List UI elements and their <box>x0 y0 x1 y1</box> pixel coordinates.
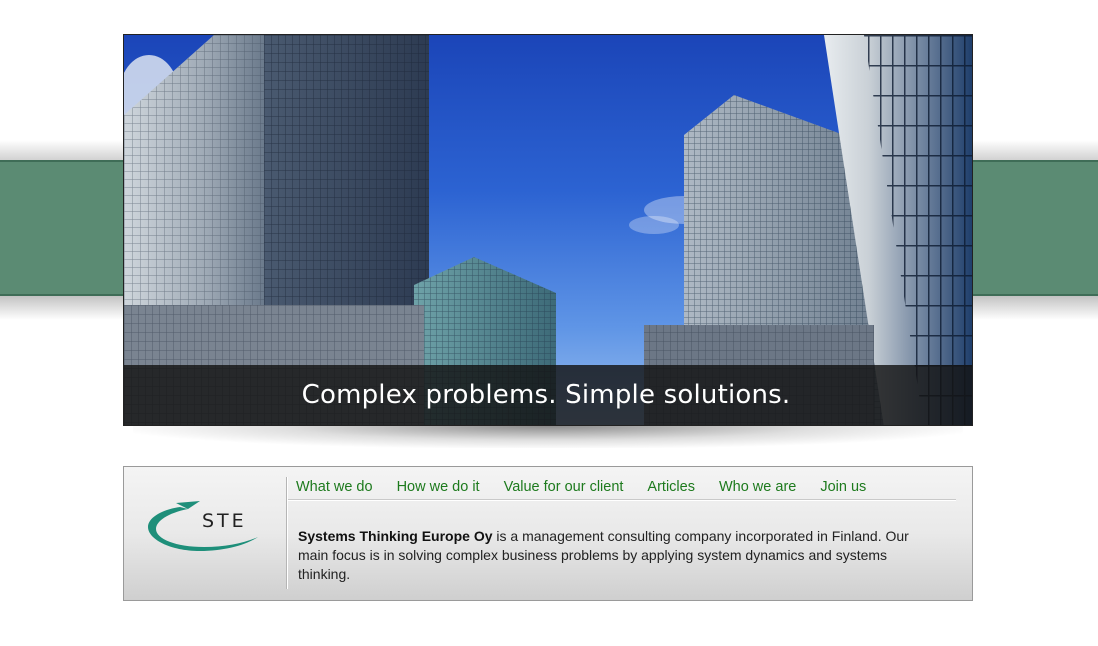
main-nav: What we do How we do it Value for our cl… <box>296 477 956 499</box>
page: Complex problems. Simple solutions. STE … <box>0 0 1098 646</box>
logo-text: STE <box>202 510 247 532</box>
nav-articles[interactable]: Articles <box>647 477 695 499</box>
company-logo[interactable]: STE <box>142 499 272 569</box>
hero-banner: Complex problems. Simple solutions. <box>123 34 973 426</box>
hero-caption: Complex problems. Simple solutions. <box>301 380 791 410</box>
nav-who-we-are[interactable]: Who we are <box>719 477 796 499</box>
nav-value-for-our-client[interactable]: Value for our client <box>504 477 624 499</box>
intro-paragraph: Systems Thinking Europe Oy is a manageme… <box>298 527 938 584</box>
nav-what-we-do[interactable]: What we do <box>296 477 373 499</box>
content-panel: STE What we do How we do it Value for ou… <box>123 466 973 601</box>
nav-divider <box>288 499 956 500</box>
company-name: Systems Thinking Europe Oy <box>298 528 493 544</box>
hero-caption-bar: Complex problems. Simple solutions. <box>124 365 972 425</box>
nav-how-we-do-it[interactable]: How we do it <box>397 477 480 499</box>
vertical-divider <box>286 477 287 589</box>
nav-join-us[interactable]: Join us <box>820 477 866 499</box>
hero-shadow <box>133 426 963 448</box>
